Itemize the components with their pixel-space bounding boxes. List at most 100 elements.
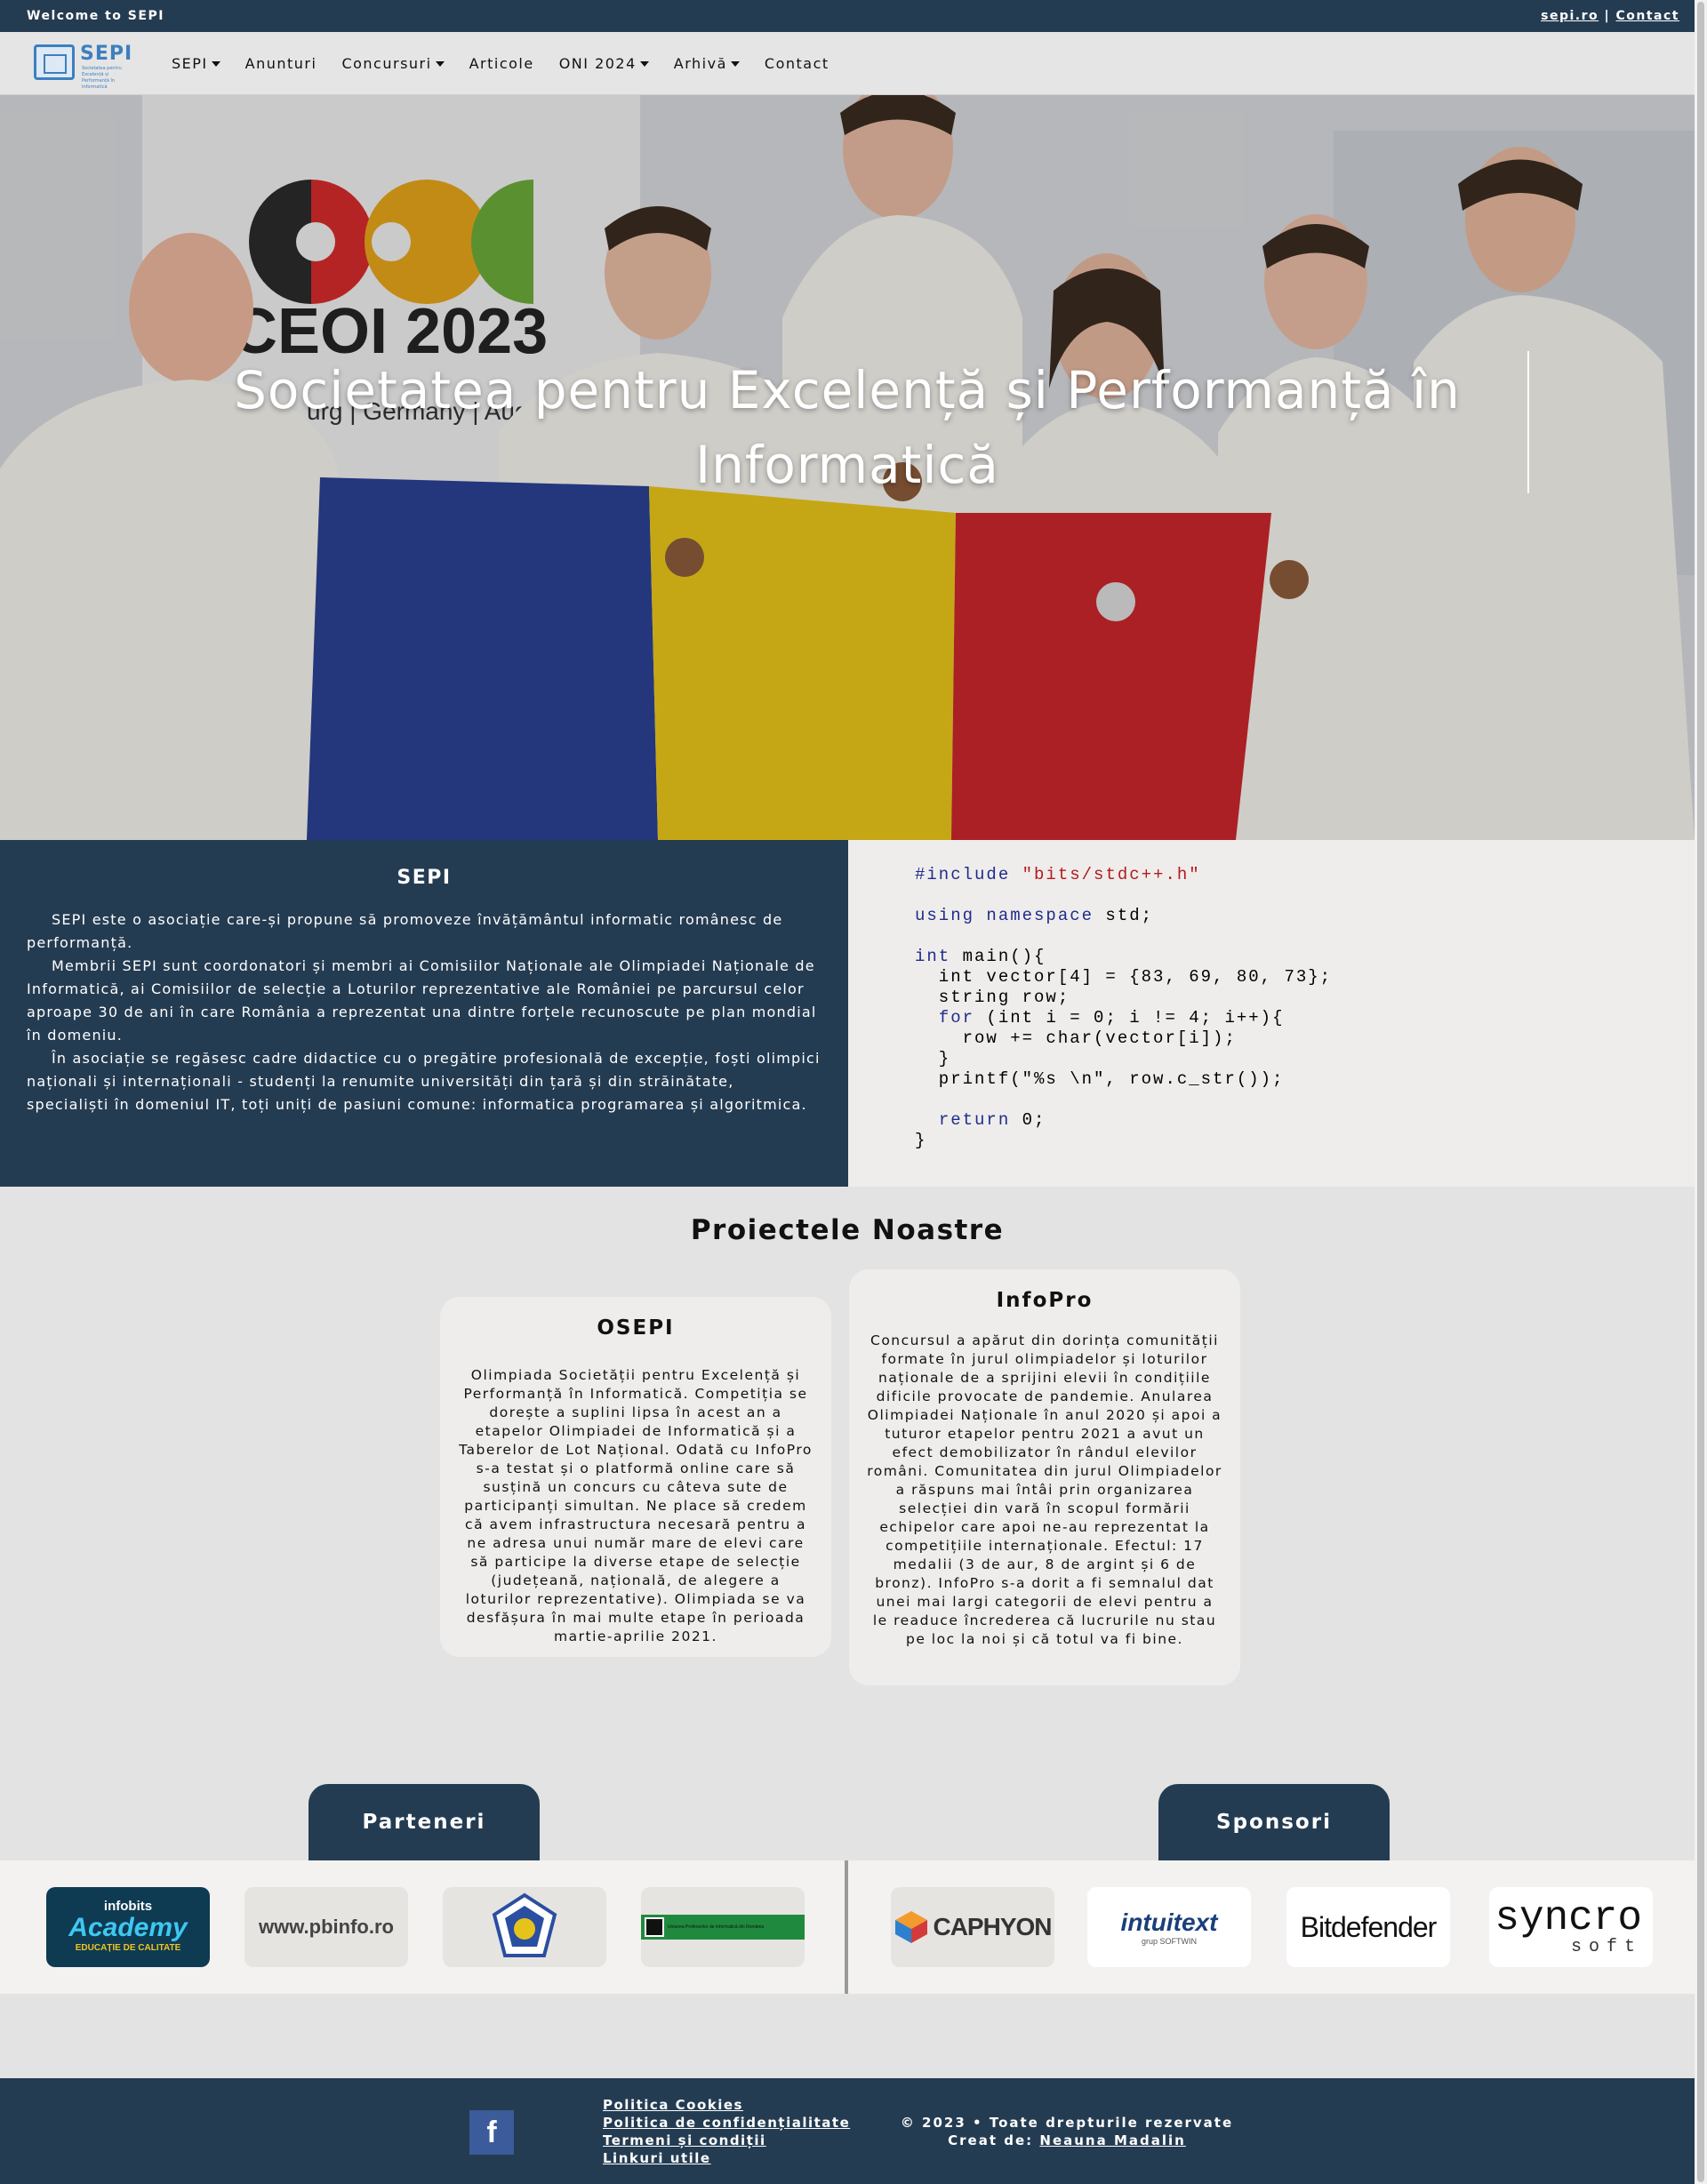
hero-divider bbox=[1527, 351, 1529, 493]
sponsors-tab: Sponsori bbox=[1158, 1784, 1390, 1862]
circuit-icon bbox=[34, 44, 75, 80]
menu-item-label: Anunturi bbox=[244, 55, 317, 72]
about-paragraph: În asociație se regăsesc cadre didactice… bbox=[27, 1050, 821, 1113]
partners-tab: Parteneri bbox=[309, 1784, 540, 1862]
infobits-label: infobits bbox=[103, 1899, 153, 1914]
menu-item-label: Concursuri bbox=[341, 55, 432, 72]
code-using-rest: std; bbox=[1094, 906, 1154, 925]
partner-logo-uniunea-profesorilor[interactable]: Uniunea Profesorilor de Informatică din … bbox=[641, 1887, 805, 1967]
code-line-printf: printf("%s \n", row.c_str()); bbox=[915, 1069, 1285, 1089]
code-line-close: } bbox=[915, 1131, 927, 1150]
copyright-text: © 2023 • Toate drepturile rezervate bbox=[900, 2115, 1234, 2131]
code-using-keyword: using namespace bbox=[915, 906, 1094, 925]
menu-item-contact[interactable]: Contact bbox=[765, 55, 829, 72]
created-by-prefix: Creat de: bbox=[948, 2132, 1034, 2148]
bitdefender-label: Bitdefender bbox=[1300, 1910, 1438, 1943]
menu-item-label: ONI 2024 bbox=[558, 55, 637, 72]
projects-heading: Proiectele Noastre bbox=[690, 1214, 1005, 1246]
cube-icon bbox=[895, 1911, 928, 1943]
sponsor-logo-syncro-soft[interactable]: syncro soft bbox=[1489, 1887, 1653, 1967]
menu-item-label: Contact bbox=[764, 55, 829, 72]
logo-text: SEPI bbox=[80, 43, 133, 65]
hero-title-line2: Informatică bbox=[695, 435, 999, 495]
logos-divider bbox=[845, 1860, 848, 1994]
project-card-osepi[interactable]: OSEPI Olimpiada Societății pentru Excele… bbox=[440, 1297, 831, 1657]
menu-item-anunturi[interactable]: Anunturi bbox=[245, 55, 317, 72]
scrollbar-thumb[interactable] bbox=[1697, 2, 1704, 2182]
uniunea-label: Uniunea Profesorilor de Informatică din … bbox=[668, 1924, 765, 1930]
code-include-keyword: #include bbox=[915, 865, 1011, 884]
hero-title-line1: Societatea pentru Excelență și Performan… bbox=[234, 360, 1461, 420]
crest-icon bbox=[492, 1892, 557, 1957]
footer-link-terms[interactable]: Termeni și condiții bbox=[603, 2132, 850, 2149]
menu-item-sepi[interactable]: SEPI bbox=[172, 55, 220, 72]
about-section: SEPI SEPI este o asociație care-și propu… bbox=[0, 840, 848, 1187]
menu-item-concursuri[interactable]: Concursuri bbox=[341, 55, 445, 72]
syncro-label: syncro bbox=[1495, 1895, 1642, 1941]
code-include-string: "bits/stdc++.h" bbox=[1022, 865, 1201, 884]
copyright: © 2023 • Toate drepturile rezervate Crea… bbox=[889, 2114, 1245, 2149]
top-link-separator: | bbox=[1604, 9, 1611, 23]
code-main-rest: main(){ bbox=[950, 947, 1046, 966]
sponsor-logo-bitdefender[interactable]: Bitdefender bbox=[1286, 1887, 1450, 1967]
menu-item-label: Arhivă bbox=[673, 55, 727, 72]
academy-tagline: EDUCAȚIE DE CALITATE bbox=[75, 1943, 181, 1953]
main-menu: SEPI Anunturi Concursuri Articole ONI 20… bbox=[172, 32, 854, 95]
partner-logo-infobits-academy[interactable]: infobits Academy EDUCAȚIE DE CALITATE bbox=[46, 1887, 210, 1967]
code-for-keyword: for bbox=[938, 1008, 975, 1028]
code-line-close-inner: } bbox=[915, 1049, 951, 1068]
soft-label: soft bbox=[1570, 1937, 1642, 1957]
project-card-text: Concursul a apărut din dorința comunităț… bbox=[867, 1332, 1222, 1647]
sponsor-logo-caphyon[interactable]: CAPHYON bbox=[891, 1887, 1054, 1967]
caret-down-icon bbox=[730, 60, 740, 67]
site-link[interactable]: sepi.ro bbox=[1541, 9, 1599, 23]
caret-down-icon bbox=[435, 60, 445, 67]
footer-link-useful[interactable]: Linkuri utile bbox=[603, 2149, 850, 2167]
code-return-rest: 0; bbox=[1010, 1110, 1046, 1130]
intuitext-sublabel: grup SOFTWIN bbox=[1141, 1937, 1197, 1946]
contact-link[interactable]: Contact bbox=[1616, 9, 1680, 23]
sponsor-logo-intuitext[interactable]: intuitext grup SOFTWIN bbox=[1087, 1887, 1251, 1967]
code-snippet: #include "bits/stdc++.h" using namespace… bbox=[848, 840, 1695, 1187]
top-links: sepi.ro | Contact bbox=[1541, 9, 1679, 23]
pbinfo-label: www.pbinfo.ro bbox=[259, 1916, 394, 1938]
code-line-row: row += char(vector[i]); bbox=[915, 1028, 1237, 1048]
top-bar: Welcome to SEPI sepi.ro | Contact bbox=[0, 0, 1695, 32]
menu-item-articole[interactable]: Articole bbox=[469, 55, 534, 72]
about-paragraph: SEPI este o asociație care-și propune să… bbox=[27, 911, 783, 951]
footer-links: Politica Cookies Politica de confidenția… bbox=[603, 2096, 850, 2167]
partner-logo-university-crest[interactable] bbox=[443, 1887, 606, 1967]
footer-link-cookies[interactable]: Politica Cookies bbox=[603, 2096, 850, 2114]
scrollbar[interactable] bbox=[1695, 0, 1707, 2184]
sepi-logo[interactable]: SEPI Societatea pentru Excelență și Perf… bbox=[34, 41, 136, 90]
code-line-vector: int vector[4] = {83, 69, 80, 73}; bbox=[915, 967, 1333, 987]
code-return-keyword: return bbox=[938, 1110, 1011, 1130]
code-for-rest: (int i = 0; i != 4; i++){ bbox=[974, 1008, 1285, 1028]
code-line-string: string row; bbox=[915, 988, 1070, 1007]
academy-label: Academy bbox=[68, 1913, 188, 1942]
project-card-title: InfoPro bbox=[996, 1289, 1094, 1312]
welcome-text: Welcome to SEPI bbox=[27, 9, 164, 23]
menu-item-oni-2024[interactable]: ONI 2024 bbox=[559, 55, 649, 72]
code-int-keyword: int bbox=[915, 947, 951, 966]
partner-logo-pbinfo[interactable]: www.pbinfo.ro bbox=[244, 1887, 408, 1967]
caret-down-icon bbox=[639, 60, 649, 67]
logo-subtitle: Societatea pentru Excelență și Performan… bbox=[82, 66, 122, 90]
main-navbar: SEPI Societatea pentru Excelență și Perf… bbox=[0, 32, 1695, 95]
menu-item-arhiva[interactable]: Arhivă bbox=[674, 55, 740, 72]
caret-down-icon bbox=[211, 60, 220, 67]
about-heading: SEPI bbox=[397, 867, 452, 889]
project-card-infopro[interactable]: InfoPro Concursul a apărut din dorința c… bbox=[849, 1269, 1240, 1685]
menu-item-label: Articole bbox=[469, 55, 534, 72]
facebook-icon[interactable]: f bbox=[469, 2110, 514, 2155]
created-by-line: Creat de: Neauna Madalin bbox=[889, 2132, 1245, 2149]
footer-link-privacy[interactable]: Politica de confidențialitate bbox=[603, 2114, 850, 2132]
qr-icon bbox=[645, 1917, 664, 1937]
project-card-title: OSEPI bbox=[597, 1316, 675, 1340]
hero-banner: CEOI 2023 urg | Germany | August bbox=[0, 95, 1695, 840]
caphyon-label: CAPHYON bbox=[933, 1913, 1052, 1940]
menu-item-label: SEPI bbox=[172, 55, 208, 72]
author-link[interactable]: Neauna Madalin bbox=[1039, 2132, 1185, 2148]
intuitext-label: intuitext bbox=[1120, 1908, 1218, 1936]
project-card-text: Olimpiada Societății pentru Excelență și… bbox=[459, 1367, 813, 1644]
